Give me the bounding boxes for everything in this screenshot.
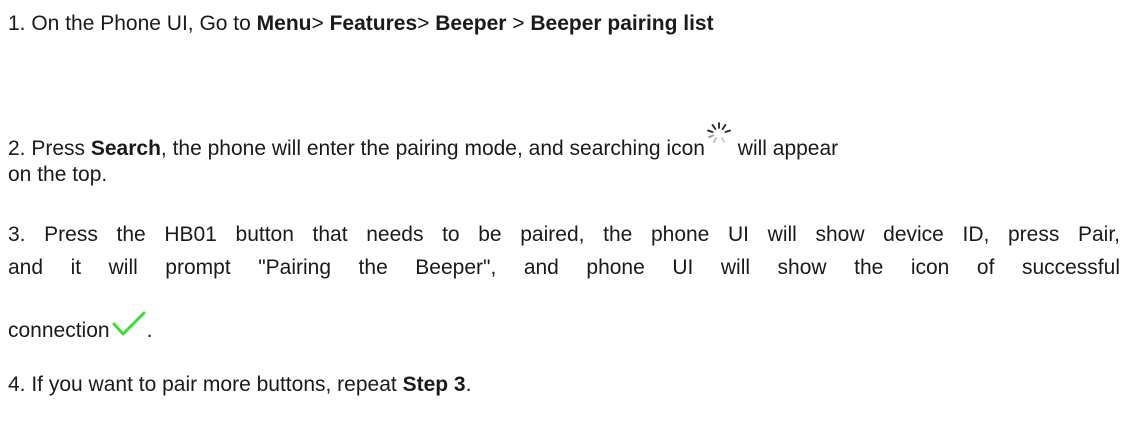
- step-3-line-1: 3. Press the HB01 button that needs to b…: [8, 223, 1120, 246]
- separator: >: [311, 12, 330, 35]
- step-3-reference: Step 3: [402, 373, 466, 396]
- step-3-line-3-prefix: connection: [8, 319, 110, 342]
- separator: >: [506, 12, 531, 35]
- menu-term: Menu: [256, 12, 312, 35]
- step-2-prefix: 2. Press: [8, 137, 91, 160]
- step-4-prefix: 4. If you want to pair more buttons, rep…: [8, 373, 403, 396]
- step-3-paragraph-line-2: and it will prompt "Pairing the Beeper",…: [8, 254, 1120, 281]
- searching-spinner-icon: [706, 121, 732, 147]
- step-2-paragraph-line-1: 2. Press Search, the phone will enter th…: [8, 122, 1120, 162]
- step-1-paragraph: 1. On the Phone UI, Go to Menu> Features…: [8, 10, 1120, 37]
- step-3-paragraph-line-1: 3. Press the HB01 button that needs to b…: [8, 221, 1120, 248]
- separator: >: [417, 12, 436, 35]
- step-1-prefix: 1. On the Phone UI, Go to: [8, 12, 257, 35]
- step-3-line-3-suffix: .: [146, 319, 153, 342]
- step-4-paragraph: 4. If you want to pair more buttons, rep…: [8, 371, 1120, 398]
- features-term: Features: [329, 12, 418, 35]
- step-3-paragraph-line-3: connection .: [8, 307, 1120, 344]
- step-2-paragraph-line-2: on the top.: [8, 163, 108, 186]
- step-3-line-2: and it will prompt "Pairing the Beeper",…: [8, 256, 1120, 279]
- success-check-icon: [111, 309, 147, 339]
- pairing-list-term: Beeper pairing list: [530, 12, 714, 35]
- step-2-middle: , the phone will enter the pairing mode,…: [160, 137, 705, 160]
- beeper-term: Beeper: [435, 12, 507, 35]
- step-4-suffix: .: [465, 373, 472, 396]
- search-term: Search: [90, 137, 161, 160]
- step-2-after-icon: will appear: [731, 137, 839, 160]
